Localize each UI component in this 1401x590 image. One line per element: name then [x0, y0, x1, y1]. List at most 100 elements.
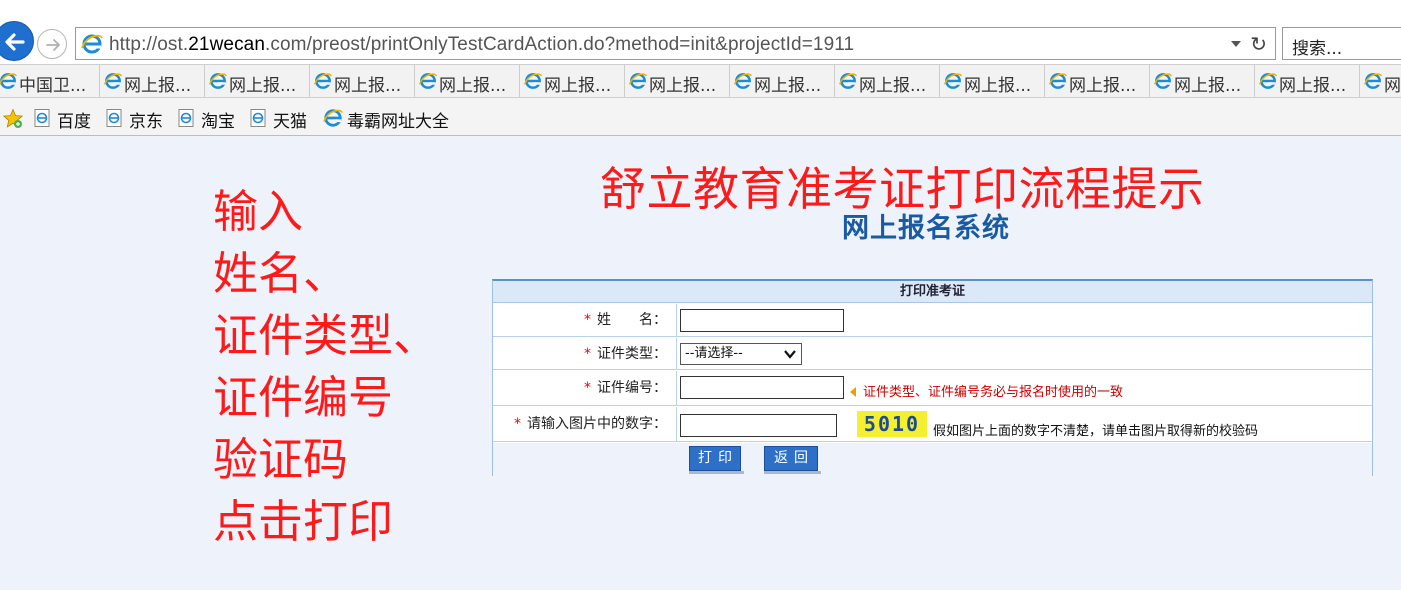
ie-logo-icon	[733, 73, 753, 89]
tab-label: 网上报...	[1174, 76, 1242, 96]
tab-label: 网上报...	[439, 76, 507, 96]
tab-label: 网上报...	[649, 76, 717, 96]
tab[interactable]: 网上报...	[100, 65, 205, 97]
tab[interactable]: 网上报...	[310, 65, 415, 97]
ie-logo-icon	[313, 73, 333, 89]
tab[interactable]: 网上报...	[1255, 65, 1360, 97]
annotation-steps: 输入 姓名、 证件类型、 证件编号 验证码 点击打印	[213, 181, 438, 553]
favorite-label: 天猫	[273, 112, 307, 132]
ie-logo-icon	[628, 73, 648, 89]
annotation-step: 验证码	[213, 433, 349, 486]
ie-logo-icon	[81, 34, 103, 54]
id-number-tip-text: 证件类型、证件编号务必与报名时使用的一致	[863, 385, 1124, 400]
form-button-row: 打印 返回	[493, 443, 1372, 476]
back-button[interactable]	[0, 21, 34, 61]
tab-label: 网上报...	[1384, 76, 1401, 96]
tab[interactable]: 网上报...	[1360, 65, 1401, 97]
captcha-input[interactable]	[680, 414, 837, 437]
page-content: 舒立教育准考证打印流程提示 输入 姓名、 证件类型、 证件编号 验证码 点击打印…	[0, 137, 1401, 590]
annotation-step: 证件编号	[213, 371, 394, 424]
forward-button[interactable]	[37, 29, 67, 59]
page-icon	[106, 109, 122, 127]
annotation-step: 点击打印	[213, 495, 394, 548]
tab[interactable]: 网上报...	[415, 65, 520, 97]
favorite-label: 百度	[57, 112, 91, 132]
tab[interactable]: 网上报...	[730, 65, 835, 97]
arrow-left-icon	[5, 33, 25, 51]
id-type-label: * 证件类型：	[493, 338, 677, 369]
ie-logo-icon	[0, 73, 18, 89]
url-domain: 21wecan	[188, 34, 266, 55]
annotation-step: 输入	[213, 185, 304, 238]
page-icon	[34, 109, 50, 127]
refresh-icon[interactable]: ↻	[1250, 32, 1267, 56]
form-row-name: * 姓 名：	[493, 304, 1372, 337]
tab[interactable]: 中国卫...	[0, 65, 100, 97]
ie-logo-icon	[1363, 73, 1383, 89]
url-rest: .com/preost/printOnlyTestCardAction.do?m…	[265, 34, 855, 55]
tab-label: 网上报...	[859, 76, 927, 96]
form-row-captcha: * 请输入图片中的数字： 5010 假如图片上面的数字不清楚，请单击图片取得新的校…	[493, 407, 1372, 442]
tab-label: 网上报...	[1279, 76, 1347, 96]
tab-label: 网上报...	[964, 76, 1032, 96]
captcha-image[interactable]: 5010	[857, 411, 927, 437]
favorites-bar: 百度 京东 淘宝 天猫 毒霸网址大全	[0, 98, 1401, 136]
form-row-id-number: * 证件编号： 证件类型、证件编号务必与报名时使用的一致	[493, 371, 1372, 406]
tab-label: 网上报...	[334, 76, 402, 96]
arrow-right-icon	[46, 39, 60, 51]
tab-label: 网上报...	[544, 76, 612, 96]
page-icon	[250, 109, 266, 127]
ie-logo-icon	[1153, 73, 1173, 89]
tab[interactable]: 网上报...	[205, 65, 310, 97]
chevron-down-icon[interactable]	[1231, 41, 1241, 47]
annotation-step: 证件类型、	[213, 309, 439, 362]
favorite-label: 毒霸网址大全	[347, 112, 449, 132]
back-link-button[interactable]: 返回	[764, 446, 821, 474]
ie-logo-icon	[103, 73, 123, 89]
captcha-tip: 假如图片上面的数字不清楚，请单击图片取得新的校验码	[933, 424, 1259, 439]
address-bar-row: http://ost.21wecan.com/preost/printOnlyT…	[0, 0, 1401, 64]
triangle-left-icon	[850, 387, 856, 397]
ie-logo-icon	[1048, 73, 1068, 89]
system-title: 网上报名系统	[842, 213, 1010, 244]
favorites-star-icon[interactable]	[2, 108, 24, 130]
id-number-tip: 证件类型、证件编号务必与报名时使用的一致	[850, 381, 1123, 400]
page-icon	[178, 109, 194, 127]
tab-label: 中国卫...	[19, 76, 87, 96]
search-placeholder: 搜索...	[1292, 39, 1343, 59]
tab-label: 网上报...	[229, 76, 297, 96]
tab[interactable]: 网上报...	[625, 65, 730, 97]
ie-logo-icon	[418, 73, 438, 89]
annotation-step: 姓名、	[213, 247, 349, 300]
tab[interactable]: 网上报...	[1150, 65, 1255, 97]
required-mark: *	[584, 380, 591, 396]
tab-label: 网上报...	[1069, 76, 1137, 96]
id-type-select[interactable]: --请选择--	[680, 343, 802, 365]
favorite-label: 京东	[129, 112, 163, 132]
tab[interactable]: 网上报...	[1045, 65, 1150, 97]
form-heading: 打印准考证	[493, 281, 1372, 303]
tab[interactable]: 网上报...	[940, 65, 1045, 97]
search-input[interactable]: 搜索...	[1282, 27, 1401, 60]
name-label: * 姓 名：	[493, 304, 677, 336]
name-label-text: 姓 名：	[597, 312, 667, 328]
id-number-label: * 证件编号：	[493, 371, 677, 405]
ie-logo-icon	[323, 109, 343, 127]
ie-logo-icon	[208, 73, 228, 89]
tab[interactable]: 网上报...	[835, 65, 940, 97]
ie-logo-icon	[1258, 73, 1278, 89]
id-type-label-text: 证件类型：	[597, 346, 667, 362]
captcha-label: * 请输入图片中的数字：	[493, 407, 677, 441]
ie-logo-icon	[838, 73, 858, 89]
name-input[interactable]	[680, 309, 844, 332]
ie-logo-icon	[943, 73, 963, 89]
print-button[interactable]: 打印	[689, 446, 744, 474]
required-mark: *	[514, 416, 521, 432]
address-bar[interactable]: http://ost.21wecan.com/preost/printOnlyT…	[75, 27, 1276, 60]
tab-label: 网上报...	[124, 76, 192, 96]
id-number-input[interactable]	[680, 376, 844, 399]
print-admission-card-form: 打印准考证 * 姓 名： * 证件类型： --请选择-- * 证件编号： 证件类型、证…	[492, 279, 1373, 476]
tab-label: 网上报...	[754, 76, 822, 96]
favorite-label: 淘宝	[201, 112, 235, 132]
tab[interactable]: 网上报...	[520, 65, 625, 97]
